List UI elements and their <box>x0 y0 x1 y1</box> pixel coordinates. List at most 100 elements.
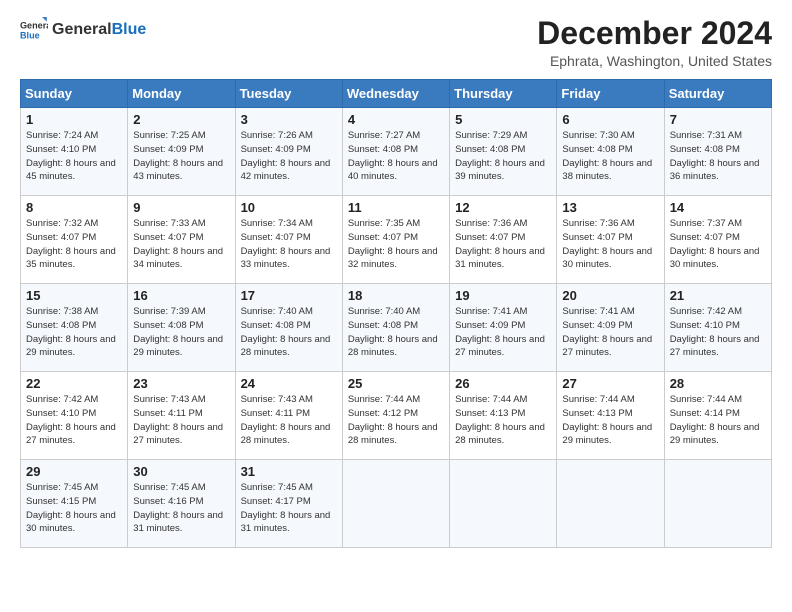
day-detail: Sunrise: 7:40 AMSunset: 4:08 PMDaylight:… <box>348 305 444 360</box>
weekday-header-tuesday: Tuesday <box>235 80 342 108</box>
calendar-cell: 7 Sunrise: 7:31 AMSunset: 4:08 PMDaylight… <box>664 108 771 196</box>
calendar-table: SundayMondayTuesdayWednesdayThursdayFrid… <box>20 79 772 548</box>
day-detail: Sunrise: 7:38 AMSunset: 4:08 PMDaylight:… <box>26 305 122 360</box>
day-detail: Sunrise: 7:44 AMSunset: 4:14 PMDaylight:… <box>670 393 766 448</box>
title-area: December 2024 Ephrata, Washington, Unite… <box>537 16 772 69</box>
weekday-header-thursday: Thursday <box>450 80 557 108</box>
calendar-cell: 21 Sunrise: 7:42 AMSunset: 4:10 PMDayligh… <box>664 284 771 372</box>
day-detail: Sunrise: 7:30 AMSunset: 4:08 PMDaylight:… <box>562 129 658 184</box>
calendar-cell: 29 Sunrise: 7:45 AMSunset: 4:15 PMDayligh… <box>21 460 128 548</box>
day-detail: Sunrise: 7:42 AMSunset: 4:10 PMDaylight:… <box>26 393 122 448</box>
day-detail: Sunrise: 7:37 AMSunset: 4:07 PMDaylight:… <box>670 217 766 272</box>
day-detail: Sunrise: 7:41 AMSunset: 4:09 PMDaylight:… <box>562 305 658 360</box>
calendar-cell: 19Sunrise: 7:41 AMSunset: 4:09 PMDayligh… <box>450 284 557 372</box>
day-detail: Sunrise: 7:44 AMSunset: 4:13 PMDaylight:… <box>455 393 551 448</box>
day-detail: Sunrise: 7:34 AMSunset: 4:07 PMDaylight:… <box>241 217 337 272</box>
day-detail: Sunrise: 7:25 AMSunset: 4:09 PMDaylight:… <box>133 129 229 184</box>
calendar-cell: 16 Sunrise: 7:39 AMSunset: 4:08 PMDayligh… <box>128 284 235 372</box>
weekday-header-wednesday: Wednesday <box>342 80 449 108</box>
calendar-cell: 2Sunrise: 7:25 AMSunset: 4:09 PMDaylight… <box>128 108 235 196</box>
calendar-cell: 6 Sunrise: 7:30 AMSunset: 4:08 PMDaylight… <box>557 108 664 196</box>
calendar-cell: 11 Sunrise: 7:35 AMSunset: 4:07 PMDayligh… <box>342 196 449 284</box>
weekday-header-friday: Friday <box>557 80 664 108</box>
calendar-cell: 5 Sunrise: 7:29 AMSunset: 4:08 PMDaylight… <box>450 108 557 196</box>
day-number: 14 <box>670 200 766 215</box>
calendar-cell: 25 Sunrise: 7:44 AMSunset: 4:12 PMDayligh… <box>342 372 449 460</box>
day-number: 23 <box>133 376 229 391</box>
calendar-week-row: 22Sunrise: 7:42 AMSunset: 4:10 PMDayligh… <box>21 372 772 460</box>
calendar-subtitle: Ephrata, Washington, United States <box>537 53 772 69</box>
day-number: 6 <box>562 112 658 127</box>
calendar-week-row: 1Sunrise: 7:24 AMSunset: 4:10 PMDaylight… <box>21 108 772 196</box>
calendar-cell: 13 Sunrise: 7:36 AMSunset: 4:07 PMDayligh… <box>557 196 664 284</box>
day-number: 21 <box>670 288 766 303</box>
calendar-cell: 26 Sunrise: 7:44 AMSunset: 4:13 PMDayligh… <box>450 372 557 460</box>
day-detail: Sunrise: 7:45 AMSunset: 4:15 PMDaylight:… <box>26 481 122 536</box>
day-detail: Sunrise: 7:33 AMSunset: 4:07 PMDaylight:… <box>133 217 229 272</box>
day-detail: Sunrise: 7:44 AMSunset: 4:13 PMDaylight:… <box>562 393 658 448</box>
day-detail: Sunrise: 7:44 AMSunset: 4:12 PMDaylight:… <box>348 393 444 448</box>
day-number: 29 <box>26 464 122 479</box>
day-detail: Sunrise: 7:43 AMSunset: 4:11 PMDaylight:… <box>133 393 229 448</box>
calendar-cell <box>342 460 449 548</box>
day-number: 28 <box>670 376 766 391</box>
day-number: 8 <box>26 200 122 215</box>
calendar-cell: 30 Sunrise: 7:45 AMSunset: 4:16 PMDayligh… <box>128 460 235 548</box>
day-number: 7 <box>670 112 766 127</box>
day-detail: Sunrise: 7:45 AMSunset: 4:16 PMDaylight:… <box>133 481 229 536</box>
svg-text:General: General <box>20 21 48 31</box>
calendar-cell: 12Sunrise: 7:36 AMSunset: 4:07 PMDayligh… <box>450 196 557 284</box>
day-number: 25 <box>348 376 444 391</box>
day-detail: Sunrise: 7:35 AMSunset: 4:07 PMDaylight:… <box>348 217 444 272</box>
day-number: 3 <box>241 112 337 127</box>
calendar-week-row: 29 Sunrise: 7:45 AMSunset: 4:15 PMDayligh… <box>21 460 772 548</box>
day-detail: Sunrise: 7:27 AMSunset: 4:08 PMDaylight:… <box>348 129 444 184</box>
logo-icon: General Blue <box>20 16 48 44</box>
day-number: 20 <box>562 288 658 303</box>
day-detail: Sunrise: 7:39 AMSunset: 4:08 PMDaylight:… <box>133 305 229 360</box>
day-detail: Sunrise: 7:36 AMSunset: 4:07 PMDaylight:… <box>455 217 551 272</box>
day-detail: Sunrise: 7:41 AMSunset: 4:09 PMDaylight:… <box>455 305 551 360</box>
day-number: 27 <box>562 376 658 391</box>
day-detail: Sunrise: 7:26 AMSunset: 4:09 PMDaylight:… <box>241 129 337 184</box>
day-number: 26 <box>455 376 551 391</box>
calendar-cell: 8Sunrise: 7:32 AMSunset: 4:07 PMDaylight… <box>21 196 128 284</box>
calendar-week-row: 8Sunrise: 7:32 AMSunset: 4:07 PMDaylight… <box>21 196 772 284</box>
day-number: 15 <box>26 288 122 303</box>
day-number: 13 <box>562 200 658 215</box>
day-number: 31 <box>241 464 337 479</box>
day-detail: Sunrise: 7:29 AMSunset: 4:08 PMDaylight:… <box>455 129 551 184</box>
day-detail: Sunrise: 7:31 AMSunset: 4:08 PMDaylight:… <box>670 129 766 184</box>
calendar-title: December 2024 <box>537 16 772 51</box>
calendar-cell: 17Sunrise: 7:40 AMSunset: 4:08 PMDayligh… <box>235 284 342 372</box>
calendar-cell <box>664 460 771 548</box>
calendar-week-row: 15 Sunrise: 7:38 AMSunset: 4:08 PMDayligh… <box>21 284 772 372</box>
day-detail: Sunrise: 7:40 AMSunset: 4:08 PMDaylight:… <box>241 305 337 360</box>
calendar-cell: 14 Sunrise: 7:37 AMSunset: 4:07 PMDayligh… <box>664 196 771 284</box>
day-number: 11 <box>348 200 444 215</box>
calendar-cell: 4 Sunrise: 7:27 AMSunset: 4:08 PMDaylight… <box>342 108 449 196</box>
calendar-cell: 24Sunrise: 7:43 AMSunset: 4:11 PMDayligh… <box>235 372 342 460</box>
calendar-cell: 1Sunrise: 7:24 AMSunset: 4:10 PMDaylight… <box>21 108 128 196</box>
day-number: 30 <box>133 464 229 479</box>
day-number: 18 <box>348 288 444 303</box>
logo-text: GeneralBlue <box>52 21 146 39</box>
calendar-cell: 22Sunrise: 7:42 AMSunset: 4:10 PMDayligh… <box>21 372 128 460</box>
day-number: 24 <box>241 376 337 391</box>
day-number: 9 <box>133 200 229 215</box>
day-number: 4 <box>348 112 444 127</box>
weekday-header-saturday: Saturday <box>664 80 771 108</box>
day-number: 16 <box>133 288 229 303</box>
day-detail: Sunrise: 7:42 AMSunset: 4:10 PMDaylight:… <box>670 305 766 360</box>
calendar-cell: 15 Sunrise: 7:38 AMSunset: 4:08 PMDayligh… <box>21 284 128 372</box>
calendar-cell <box>450 460 557 548</box>
day-detail: Sunrise: 7:36 AMSunset: 4:07 PMDaylight:… <box>562 217 658 272</box>
calendar-cell: 9 Sunrise: 7:33 AMSunset: 4:07 PMDaylight… <box>128 196 235 284</box>
calendar-cell: 27 Sunrise: 7:44 AMSunset: 4:13 PMDayligh… <box>557 372 664 460</box>
day-number: 10 <box>241 200 337 215</box>
svg-text:Blue: Blue <box>20 30 40 40</box>
day-number: 5 <box>455 112 551 127</box>
calendar-cell: 28 Sunrise: 7:44 AMSunset: 4:14 PMDayligh… <box>664 372 771 460</box>
day-detail: Sunrise: 7:45 AMSunset: 4:17 PMDaylight:… <box>241 481 337 536</box>
calendar-cell: 20 Sunrise: 7:41 AMSunset: 4:09 PMDayligh… <box>557 284 664 372</box>
